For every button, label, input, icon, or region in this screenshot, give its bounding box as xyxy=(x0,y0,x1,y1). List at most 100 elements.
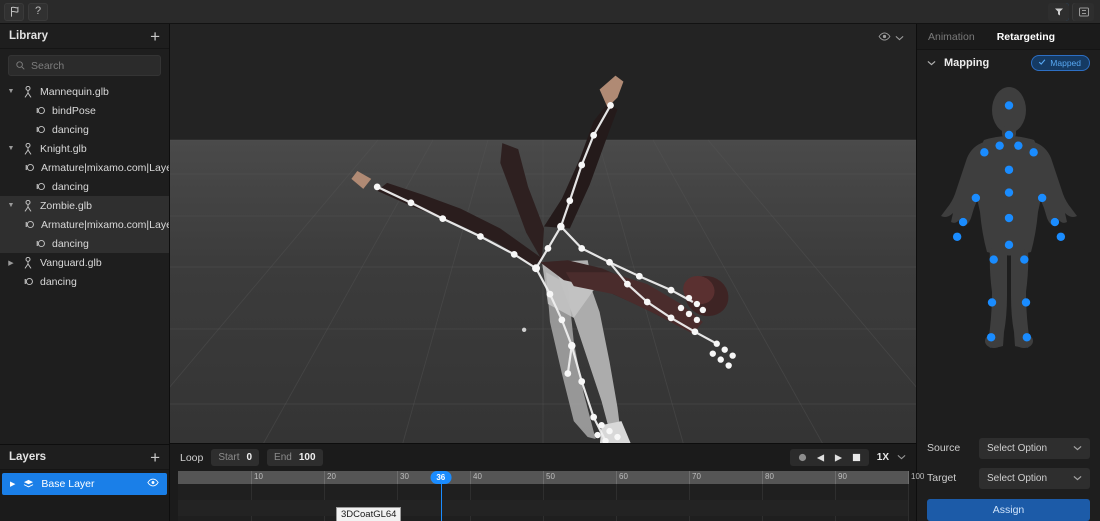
source-select[interactable]: Select Option xyxy=(979,437,1090,459)
record-button[interactable] xyxy=(798,453,807,462)
chevron-right-icon[interactable]: ▶ xyxy=(6,259,16,267)
source-field-row: Source Select Option xyxy=(917,433,1100,463)
search-placeholder: Search xyxy=(31,59,65,72)
mapping-joint-marker[interactable] xyxy=(1056,232,1065,241)
chevron-right-icon[interactable]: ▶ xyxy=(10,480,15,488)
mapping-joint-marker[interactable] xyxy=(1019,255,1028,264)
ruler-tick-label: 10 xyxy=(254,472,263,481)
chevron-down-icon[interactable] xyxy=(895,33,904,44)
library-item-dancing[interactable]: dancing xyxy=(0,234,169,253)
chevron-down-icon[interactable]: ▼ xyxy=(6,88,16,95)
timeline-settings-button[interactable] xyxy=(1073,3,1094,21)
viewport-3d[interactable] xyxy=(170,24,916,443)
library-tree[interactable]: ▼ Mannequin.glb bindPose dancing ▼ Knight.glb… xyxy=(0,80,169,444)
stop-button[interactable] xyxy=(852,453,861,462)
timeline-tracks[interactable] xyxy=(178,484,909,521)
mapping-joint-marker[interactable] xyxy=(1022,333,1031,342)
library-item-mannequin-glb[interactable]: ▼ Mannequin.glb xyxy=(0,82,169,101)
playhead-line[interactable] xyxy=(440,484,442,521)
check-icon xyxy=(1038,58,1046,68)
library-item-zombie-glb[interactable]: ▼ Zombie.glb xyxy=(0,196,169,215)
playhead-frame-badge[interactable]: 36 xyxy=(430,471,452,484)
step-back-button[interactable] xyxy=(816,453,825,463)
ruler-tick xyxy=(908,471,909,484)
timeline-ruler[interactable]: 10 20 30 40 50 60 70 80 90 100 36 xyxy=(178,471,924,484)
mapping-joint-marker[interactable] xyxy=(1004,213,1013,223)
ruler-tick xyxy=(762,471,763,484)
start-frame-field[interactable]: Start 0 xyxy=(211,449,260,466)
library-item-dancing[interactable]: dancing xyxy=(0,177,169,196)
eye-icon[interactable] xyxy=(878,32,891,44)
mapping-joint-marker[interactable] xyxy=(1004,240,1013,250)
playback-speed-value[interactable]: 1X xyxy=(877,452,889,463)
mapping-joint-marker[interactable] xyxy=(987,298,996,307)
start-value: 0 xyxy=(246,452,253,463)
mapping-joint-marker[interactable] xyxy=(986,333,995,342)
animation-clip-icon xyxy=(22,277,34,286)
timeline-track-row[interactable] xyxy=(178,500,908,516)
search-input[interactable]: Search xyxy=(8,55,161,76)
layer-row[interactable]: ▶ Base Layer xyxy=(2,473,167,495)
mapping-joint-marker[interactable] xyxy=(1004,188,1013,197)
mapping-joint-marker[interactable] xyxy=(1013,141,1023,150)
assign-button[interactable]: Assign xyxy=(927,499,1090,521)
tab-animation[interactable]: Animation xyxy=(917,24,986,49)
mapping-joint-marker[interactable] xyxy=(994,141,1004,150)
play-button[interactable] xyxy=(834,453,843,463)
target-select[interactable]: Select Option xyxy=(979,467,1090,489)
mapping-joint-marker[interactable] xyxy=(952,232,961,241)
add-keyframe-button[interactable] xyxy=(1048,3,1069,21)
eye-icon[interactable] xyxy=(147,478,159,490)
armature-icon xyxy=(22,199,34,212)
mapping-joint-marker[interactable] xyxy=(1037,193,1046,203)
mapping-joint-marker[interactable] xyxy=(958,217,967,227)
help-icon[interactable]: ? xyxy=(28,2,48,21)
library-item-label: Vanguard.glb xyxy=(40,256,102,269)
mapping-joint-marker[interactable] xyxy=(971,193,980,203)
mapping-section-header[interactable]: Mapping Mapped xyxy=(917,50,1100,76)
library-item-dancing[interactable]: dancing xyxy=(0,120,169,139)
mapping-joint-marker[interactable] xyxy=(979,148,989,157)
layers-list[interactable]: ▶ Base Layer xyxy=(0,473,169,495)
timeline-track-row[interactable] xyxy=(178,484,908,500)
loop-label[interactable]: Loop xyxy=(180,452,203,464)
mapping-joint-marker[interactable] xyxy=(1004,130,1013,140)
tab-retargeting[interactable]: Retargeting xyxy=(986,24,1066,49)
pointer-flag-icon[interactable] xyxy=(4,2,24,21)
chevron-down-icon[interactable] xyxy=(897,453,906,462)
mapping-joint-marker[interactable] xyxy=(1004,165,1013,174)
mapping-joint-marker[interactable] xyxy=(1021,298,1030,307)
library-add-button[interactable]: + xyxy=(150,28,160,45)
chevron-down-icon[interactable]: ▼ xyxy=(6,202,16,209)
library-item-vanguard-glb[interactable]: ▶ Vanguard.glb xyxy=(0,253,169,272)
transport-controls: 1X xyxy=(789,449,906,466)
mapping-joint-marker[interactable] xyxy=(989,255,998,264)
timeline-track-row[interactable] xyxy=(178,516,908,521)
library-item-armature-mixamo-com-layer0[interactable]: Armature|mixamo.com|Layer0 xyxy=(0,215,169,234)
status-badge-label: Mapped xyxy=(1050,58,1081,68)
mapping-joint-marker[interactable] xyxy=(1004,101,1013,110)
track-gridline xyxy=(908,484,909,521)
library-search-wrapper: Search xyxy=(0,49,169,80)
layers-add-button[interactable]: + xyxy=(150,449,160,466)
mapping-joint-marker[interactable] xyxy=(1050,217,1059,227)
library-item-knight-glb[interactable]: ▼ Knight.glb xyxy=(0,139,169,158)
end-label: End xyxy=(274,452,292,463)
library-item-armature-mixamo-com-layer0[interactable]: Armature|mixamo.com|Layer0 xyxy=(0,158,169,177)
chevron-down-icon[interactable] xyxy=(1073,443,1082,453)
mapping-figure[interactable] xyxy=(917,76,1100,433)
chevron-down-icon[interactable] xyxy=(1073,473,1082,483)
humanoid-mapping-diagram[interactable] xyxy=(924,80,1094,348)
viewport-visibility-controls[interactable] xyxy=(878,32,904,44)
end-frame-field[interactable]: End 100 xyxy=(267,449,323,466)
timeline-right-buttons xyxy=(1048,3,1094,21)
layers-panel: Layers + ▶ Base Layer xyxy=(0,444,169,521)
chevron-down-icon[interactable]: ▼ xyxy=(6,145,16,152)
ruler-tick xyxy=(324,471,325,484)
library-item-dancing[interactable]: dancing xyxy=(0,272,169,291)
character-model[interactable] xyxy=(170,24,916,443)
library-item-bindpose[interactable]: bindPose xyxy=(0,101,169,120)
mapping-joint-marker[interactable] xyxy=(1028,148,1038,157)
animation-clip-icon xyxy=(34,125,46,134)
chevron-down-icon[interactable] xyxy=(927,59,936,68)
